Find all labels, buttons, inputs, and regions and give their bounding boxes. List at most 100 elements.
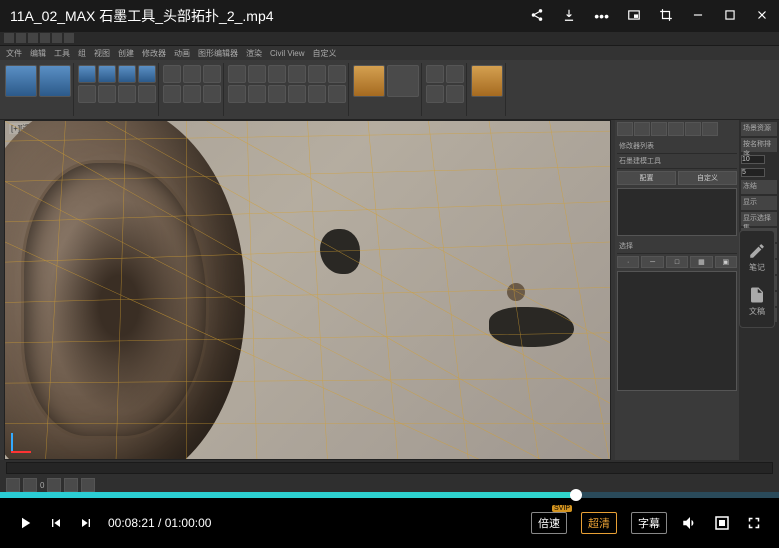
qat-button[interactable] bbox=[4, 33, 14, 43]
ribbon-button[interactable] bbox=[328, 65, 346, 83]
menu-item[interactable]: 修改器 bbox=[142, 48, 166, 59]
ribbon-button[interactable] bbox=[203, 65, 221, 83]
ribbon-button[interactable] bbox=[228, 85, 246, 103]
modifier-item[interactable]: 石墨建模工具 bbox=[617, 154, 737, 169]
note-tool[interactable]: 笔记 bbox=[743, 237, 771, 277]
ribbon-button[interactable] bbox=[446, 65, 464, 83]
qat-button[interactable] bbox=[16, 33, 26, 43]
ribbon-button[interactable] bbox=[78, 85, 96, 103]
ribbon-button[interactable] bbox=[387, 65, 419, 97]
menu-item[interactable]: 动画 bbox=[174, 48, 190, 59]
ribbon-button[interactable] bbox=[118, 65, 136, 83]
subobj-poly[interactable]: ▦ bbox=[690, 256, 712, 268]
viewport-perspective[interactable]: [+][透视][真实+边面] bbox=[5, 121, 610, 459]
qat-button[interactable] bbox=[52, 33, 62, 43]
panel-button[interactable]: 配置 bbox=[617, 171, 676, 185]
menu-item[interactable]: 视图 bbox=[94, 48, 110, 59]
subobj-element[interactable]: ▣ bbox=[715, 256, 737, 268]
fullscreen-icon[interactable] bbox=[745, 514, 763, 532]
ribbon-button[interactable] bbox=[98, 65, 116, 83]
menu-item[interactable]: 图形编辑器 bbox=[198, 48, 238, 59]
crop-icon[interactable] bbox=[659, 8, 673, 25]
share-icon[interactable] bbox=[530, 8, 544, 25]
ribbon-button[interactable] bbox=[268, 85, 286, 103]
ribbon-button[interactable] bbox=[118, 85, 136, 103]
timeline-track[interactable] bbox=[6, 462, 773, 474]
ribbon-button[interactable] bbox=[98, 85, 116, 103]
qat-button[interactable] bbox=[28, 33, 38, 43]
qat-button[interactable] bbox=[64, 33, 74, 43]
ribbon-button[interactable] bbox=[183, 65, 201, 83]
ribbon-button[interactable] bbox=[5, 65, 37, 97]
more-icon[interactable]: ••• bbox=[594, 8, 609, 24]
hierarchy-tab[interactable] bbox=[651, 122, 667, 136]
ribbon-brush-button[interactable] bbox=[471, 65, 503, 97]
ribbon-button[interactable] bbox=[163, 65, 181, 83]
qat-button[interactable] bbox=[40, 33, 50, 43]
ribbon-button[interactable] bbox=[308, 65, 326, 83]
settings-icon[interactable] bbox=[713, 514, 731, 532]
menu-item[interactable]: 渲染 bbox=[246, 48, 262, 59]
display-tab[interactable] bbox=[685, 122, 701, 136]
panel-button[interactable]: 自定义 bbox=[678, 171, 737, 185]
subobj-border[interactable]: □ bbox=[666, 256, 688, 268]
subobj-edge[interactable]: ─ bbox=[641, 256, 663, 268]
play-button[interactable] bbox=[47, 478, 61, 492]
ribbon-button[interactable] bbox=[248, 65, 266, 83]
ribbon-button[interactable] bbox=[203, 85, 221, 103]
ribbon-button[interactable] bbox=[163, 85, 181, 103]
modify-tab[interactable] bbox=[634, 122, 650, 136]
ribbon-button[interactable] bbox=[268, 65, 286, 83]
selection-rollout[interactable]: 选择 bbox=[617, 239, 737, 254]
timeline-button[interactable] bbox=[6, 478, 20, 492]
menu-item[interactable]: 组 bbox=[78, 48, 86, 59]
utilities-tab[interactable] bbox=[702, 122, 718, 136]
menu-item[interactable]: 工具 bbox=[54, 48, 70, 59]
video-progress[interactable] bbox=[0, 492, 779, 498]
axis-gizmo[interactable] bbox=[11, 423, 41, 453]
ribbon-button[interactable] bbox=[288, 85, 306, 103]
play-icon[interactable] bbox=[16, 514, 34, 532]
ribbon-button[interactable] bbox=[138, 65, 156, 83]
ribbon-button[interactable] bbox=[78, 65, 96, 83]
timeline-button[interactable] bbox=[64, 478, 78, 492]
ribbon-button[interactable] bbox=[446, 85, 464, 103]
create-tab[interactable] bbox=[617, 122, 633, 136]
download-icon[interactable] bbox=[562, 8, 576, 25]
prev-icon[interactable] bbox=[48, 515, 64, 531]
ribbon-button[interactable] bbox=[353, 65, 385, 97]
ribbon-button[interactable] bbox=[426, 65, 444, 83]
doc-tool[interactable]: 文稿 bbox=[743, 281, 771, 321]
maximize-icon[interactable] bbox=[723, 8, 737, 25]
menu-item[interactable]: Civil View bbox=[270, 49, 305, 58]
ribbon-button[interactable] bbox=[228, 65, 246, 83]
menu-item[interactable]: 文件 bbox=[6, 48, 22, 59]
close-icon[interactable] bbox=[755, 8, 769, 25]
timeline-button[interactable] bbox=[23, 478, 37, 492]
pip-icon[interactable] bbox=[627, 8, 641, 25]
minimize-icon[interactable] bbox=[691, 8, 705, 25]
menu-item[interactable]: 自定义 bbox=[313, 48, 337, 59]
ribbon-button[interactable] bbox=[248, 85, 266, 103]
volume-icon[interactable] bbox=[681, 514, 699, 532]
menu-item[interactable]: 编辑 bbox=[30, 48, 46, 59]
speed-button[interactable]: 倍速SVIP bbox=[531, 512, 567, 534]
spinner[interactable] bbox=[741, 168, 765, 177]
spinner[interactable] bbox=[741, 155, 765, 164]
subtitle-button[interactable]: 字幕 bbox=[631, 512, 667, 534]
subobj-vertex[interactable]: · bbox=[617, 256, 639, 268]
ribbon-button[interactable] bbox=[308, 85, 326, 103]
ribbon-button[interactable] bbox=[426, 85, 444, 103]
ribbon-button[interactable] bbox=[288, 65, 306, 83]
ribbon-button[interactable] bbox=[328, 85, 346, 103]
ribbon-button[interactable] bbox=[39, 65, 71, 97]
menu-item[interactable]: 创建 bbox=[118, 48, 134, 59]
timeline-button[interactable] bbox=[81, 478, 95, 492]
quality-button[interactable]: 超清 bbox=[581, 512, 617, 534]
ribbon-button[interactable] bbox=[138, 85, 156, 103]
next-icon[interactable] bbox=[78, 515, 94, 531]
modifier-stack[interactable] bbox=[617, 188, 737, 236]
ribbon-button[interactable] bbox=[183, 85, 201, 103]
modifier-list-label[interactable]: 修改器列表 bbox=[617, 139, 737, 154]
motion-tab[interactable] bbox=[668, 122, 684, 136]
